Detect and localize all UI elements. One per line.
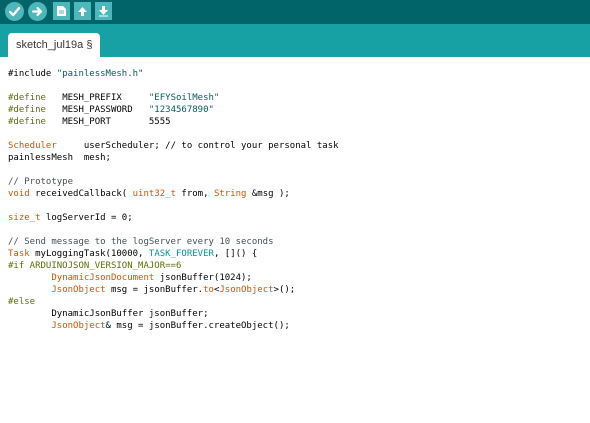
code-token: JsonObject <box>51 285 106 295</box>
code-token: size_t <box>8 213 41 223</box>
code-token: MESH_PORT 5555 <box>45 117 171 127</box>
code-token: // Prototype <box>8 177 74 187</box>
code-line: Task myLoggingTask(10000, TASK_FOREVER, … <box>8 248 339 260</box>
new-button[interactable] <box>53 2 70 20</box>
code-token: receivedCallback( <box>29 189 133 199</box>
code-token: JsonObject <box>219 285 274 295</box>
code-token: MESH_PREFIX <box>45 93 149 103</box>
code-line: #if ARDUINOJSON_VERSION_MAJOR==6 <box>8 260 339 272</box>
code-line: DynamicJsonBuffer jsonBuffer; <box>8 308 339 320</box>
tab-label: sketch_jul19a § <box>16 39 93 51</box>
code-token: // Send message to the logServer every 1… <box>8 237 274 247</box>
code-line: JsonObject& msg = jsonBuffer.createObjec… <box>8 320 339 332</box>
code-token: #else <box>8 297 36 307</box>
save-button[interactable] <box>95 2 112 20</box>
code-token: #define <box>8 105 46 115</box>
new-file-icon <box>57 6 66 16</box>
code-text[interactable]: #include "painlessMesh.h" #define MESH_P… <box>8 68 339 332</box>
code-line: // Send message to the logServer every 1… <box>8 236 339 248</box>
code-token: to <box>203 285 214 295</box>
code-token: TASK_FOREVER <box>148 249 214 259</box>
code-token: DynamicJsonBuffer jsonBuffer; <box>8 309 209 319</box>
code-line: #define MESH_PORT 5555 <box>8 116 339 128</box>
code-token: "1234567890" <box>148 105 214 115</box>
code-token: Scheduler <box>8 141 57 151</box>
code-token: void <box>8 189 30 199</box>
code-line: #define MESH_PREFIX "EFYSoilMesh" <box>8 92 339 104</box>
code-line: painlessMesh mesh; <box>8 152 339 164</box>
upload-button[interactable] <box>28 2 47 21</box>
code-line: DynamicJsonDocument jsonBuffer(1024); <box>8 272 339 284</box>
code-token: logServerId = 0; <box>40 213 133 223</box>
checkmark-icon <box>8 6 21 17</box>
code-editor[interactable]: #include "painlessMesh.h" #define MESH_P… <box>0 57 590 423</box>
code-token: "painlessMesh.h" <box>56 69 144 79</box>
code-token: MESH_PASSWORD <box>45 105 149 115</box>
code-token: jsonBuffer(1024); <box>154 273 252 283</box>
code-token: "EFYSoilMesh" <box>148 93 220 103</box>
code-token: #define <box>8 93 46 103</box>
verify-button[interactable] <box>5 2 24 21</box>
code-line: #else <box>8 296 339 308</box>
code-line: #include "painlessMesh.h" <box>8 68 339 80</box>
tab-strip: sketch_jul19a § <box>0 24 590 57</box>
tab-sketch[interactable]: sketch_jul19a § <box>8 33 101 57</box>
toolbar <box>0 0 590 24</box>
code-token: #if ARDUINOJSON_VERSION_MAJOR==6 <box>8 261 182 271</box>
arrow-up-icon <box>78 7 87 16</box>
code-token: DynamicJsonDocument <box>51 273 155 283</box>
code-token: uint32_t <box>132 189 176 199</box>
code-token: >(); <box>273 285 296 295</box>
code-token: &msg ); <box>246 189 290 199</box>
code-token: msg = jsonBuffer. <box>105 285 204 295</box>
code-line: #define MESH_PASSWORD "1234567890" <box>8 104 339 116</box>
code-line: void receivedCallback( uint32_t from, St… <box>8 188 339 200</box>
code-line: // Prototype <box>8 176 339 188</box>
code-line: Scheduler userScheduler; // to control y… <box>8 140 339 152</box>
code-token: JsonObject <box>51 321 106 331</box>
code-token: userScheduler; // to control your person… <box>56 141 339 151</box>
code-token: & msg = jsonBuffer.createObject(); <box>105 321 290 331</box>
code-token: painlessMesh mesh; <box>8 153 111 163</box>
open-button[interactable] <box>74 2 91 20</box>
code-line: size_t logServerId = 0; <box>8 212 339 224</box>
code-token: #include <box>8 69 57 79</box>
arrow-right-icon <box>31 6 43 17</box>
code-token: , []() { <box>213 249 258 259</box>
code-line: JsonObject msg = jsonBuffer.to<JsonObjec… <box>8 284 339 296</box>
code-token: Task <box>8 249 30 259</box>
code-token: myLoggingTask(10000, <box>29 249 149 259</box>
arrow-down-icon <box>99 6 108 17</box>
code-token: String <box>213 189 247 199</box>
code-token: #define <box>8 117 46 127</box>
code-token: from, <box>176 189 214 199</box>
